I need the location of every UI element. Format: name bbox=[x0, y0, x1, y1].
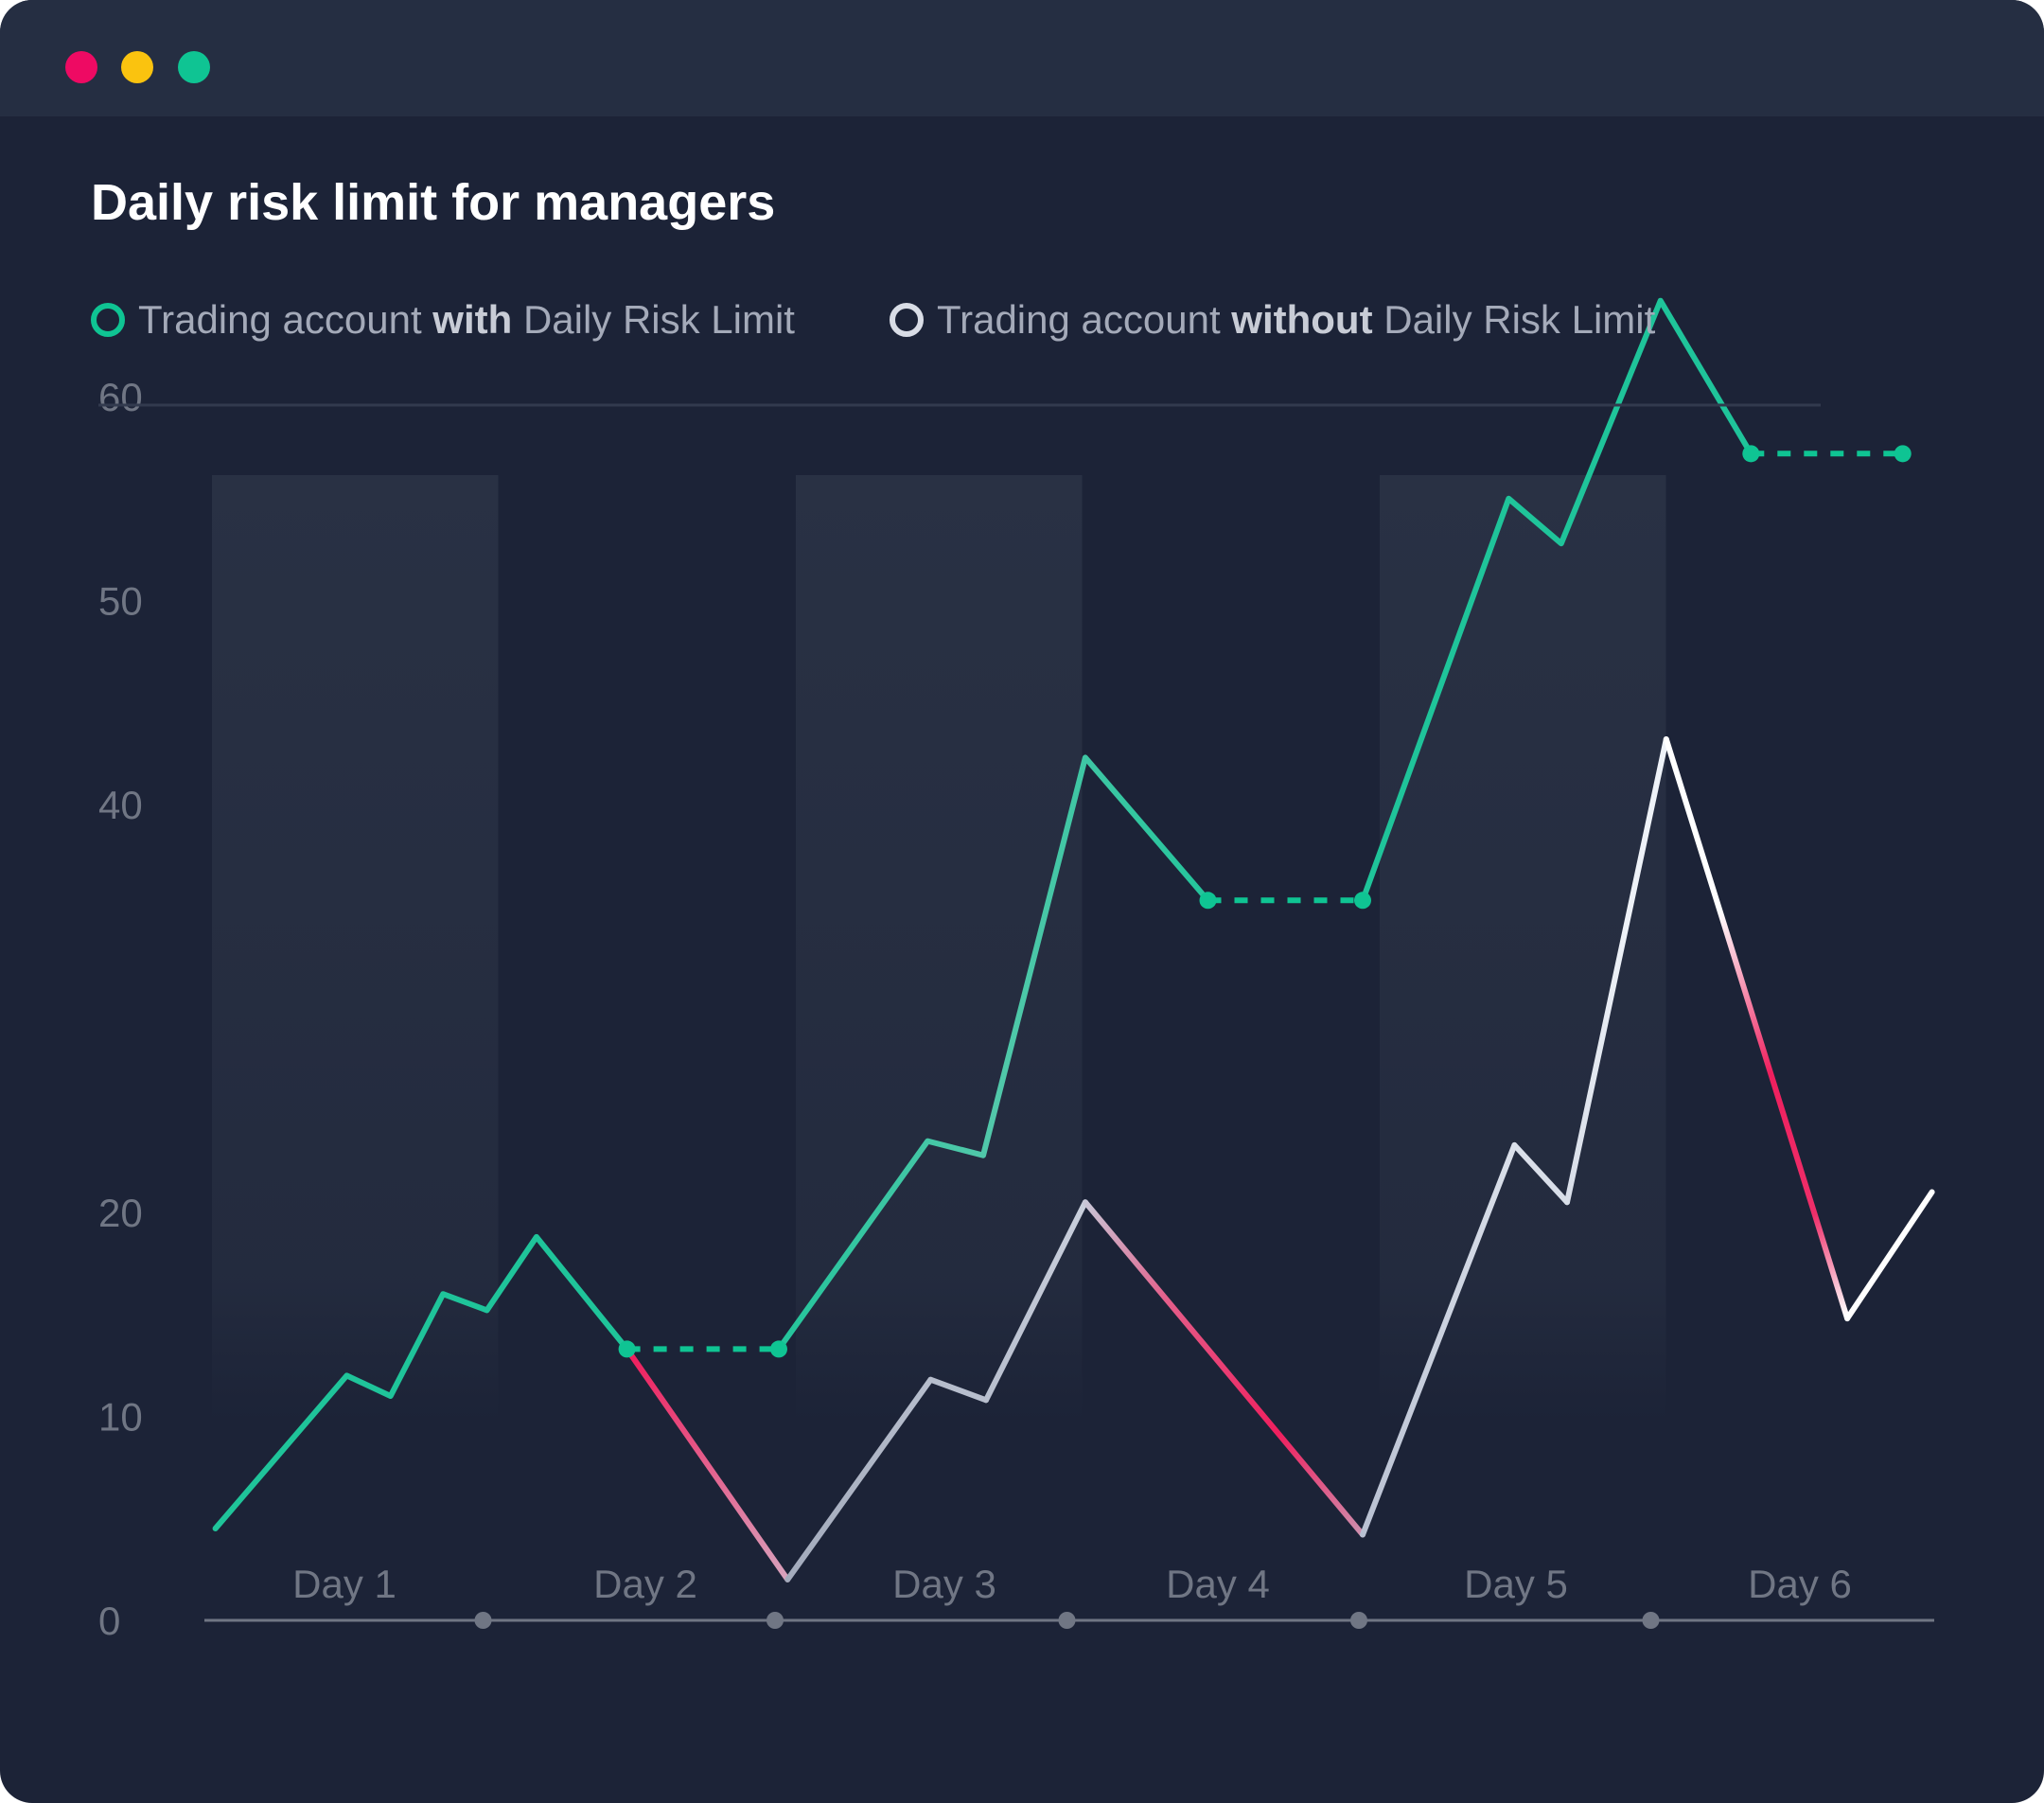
limit-point bbox=[1199, 892, 1217, 910]
chart-title: Daily risk limit for managers bbox=[91, 174, 776, 231]
x-tick-label: Day 4 bbox=[1166, 1562, 1270, 1606]
x-axis-day-marker bbox=[474, 1612, 492, 1629]
legend-item-without-limit: Trading account without Daily Risk Limit bbox=[890, 292, 1655, 348]
day-band-1 bbox=[212, 475, 499, 1422]
series-without-segment bbox=[624, 1346, 791, 1582]
legend-label-without: Trading account without Daily Risk Limit bbox=[937, 297, 1656, 342]
x-tick-label: Day 5 bbox=[1464, 1562, 1568, 1606]
x-axis-day-marker bbox=[1642, 1612, 1660, 1629]
x-axis-day-marker bbox=[1058, 1612, 1076, 1629]
y-tick-label: 40 bbox=[98, 783, 143, 827]
series-without-segment bbox=[1082, 1199, 1366, 1538]
x-tick-label: Day 3 bbox=[892, 1562, 996, 1606]
limit-point bbox=[1742, 445, 1760, 463]
x-tick-label: Day 2 bbox=[593, 1562, 697, 1606]
legend-label-with: Trading account with Daily Risk Limit bbox=[138, 297, 795, 342]
x-tick-label: Day 6 bbox=[1748, 1562, 1852, 1606]
y-tick-label: 60 bbox=[98, 375, 143, 419]
limit-point bbox=[1894, 445, 1912, 463]
limit-point bbox=[1354, 892, 1371, 910]
legend-marker-without-icon bbox=[890, 303, 924, 337]
y-tick-label: 20 bbox=[98, 1191, 143, 1235]
y-tick-label: 0 bbox=[98, 1599, 120, 1643]
app-window: 0 10 20 40 50 60 Day 1 Day 2 Day 3 Day 4 Day 5 Day… bbox=[0, 0, 2044, 1803]
x-axis-day-marker bbox=[766, 1612, 784, 1629]
y-tick-label: 50 bbox=[98, 579, 143, 624]
y-tick-label: 10 bbox=[98, 1395, 143, 1440]
series-without-segment bbox=[1663, 736, 1851, 1322]
limit-point bbox=[770, 1340, 787, 1358]
limit-point bbox=[618, 1340, 636, 1358]
series-without-segment bbox=[1844, 1189, 1935, 1322]
x-axis-day-marker bbox=[1350, 1612, 1367, 1629]
x-tick-label: Day 1 bbox=[292, 1562, 396, 1606]
legend-item-with-limit: Trading account with Daily Risk Limit bbox=[91, 292, 795, 348]
line-chart: 0 10 20 40 50 60 Day 1 Day 2 Day 3 Day 4 Day 5 Day… bbox=[98, 297, 1935, 1643]
legend-marker-with-icon bbox=[91, 303, 125, 337]
